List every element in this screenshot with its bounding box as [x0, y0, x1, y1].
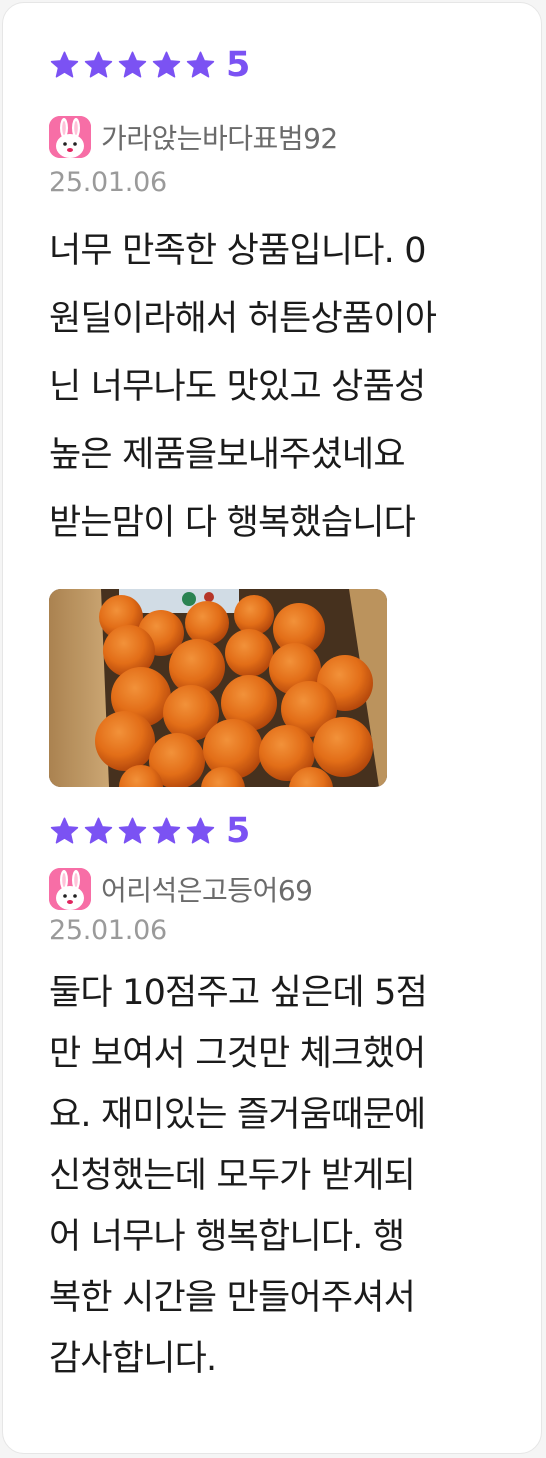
star-icon — [152, 51, 181, 78]
author-name: 어리석은고등어69 — [101, 874, 313, 907]
review-photo[interactable] — [49, 589, 387, 787]
review-text-line: 높은 제품을보내주셨네요 — [49, 435, 406, 475]
author-name: 가라앉는바다표범92 — [101, 122, 338, 155]
star-icon — [118, 817, 147, 844]
star-icon — [118, 51, 147, 78]
star-icon — [152, 817, 181, 844]
star-rating — [49, 816, 216, 847]
review-item: 5 어리석은고등어69 25.01.06 둘다 10점주고 싶은데 5점 만 보… — [49, 811, 499, 1390]
star-rating — [49, 50, 216, 81]
star-icon — [186, 51, 215, 78]
author-row: 가라앉는바다표범92 — [49, 116, 499, 158]
star-icon — [186, 817, 215, 844]
star-icon — [50, 51, 79, 78]
star-icon — [84, 51, 113, 78]
star-icon — [50, 817, 79, 844]
rating-value: 5 — [226, 811, 251, 851]
rabbit-avatar-icon — [49, 116, 91, 158]
review-date: 25.01.06 — [49, 167, 167, 198]
review-text-line: 받는맘이 다 행복했습니다 — [49, 503, 416, 543]
review-item: 5 가라앉는바다표범92 25.01.06 너무 만족한 상품입니다. 0 원딜… — [49, 45, 499, 787]
review-text-line: 둘다 10점주고 싶은데 5점 — [49, 973, 428, 1013]
rabbit-avatar-icon — [49, 868, 91, 910]
rating-value: 5 — [226, 45, 251, 85]
avatar — [49, 868, 91, 910]
review-text-line: 닌 너무나도 맛있고 상품성 — [49, 367, 426, 407]
review-card: 5 가라앉는바다표범92 25.01.06 너무 만족한 상품입니다. 0 원딜… — [2, 2, 542, 1454]
avatar — [49, 116, 91, 158]
rating-row: 5 — [49, 811, 499, 851]
review-text-line: 원딜이라해서 허튼상품이아 — [49, 299, 437, 339]
author-row: 어리석은고등어69 — [49, 868, 499, 910]
review-date: 25.01.06 — [49, 915, 167, 946]
review-text-line: 복한 시간을 만들어주셔서 — [49, 1278, 416, 1318]
star-icon — [84, 817, 113, 844]
rating-row: 5 — [49, 45, 499, 85]
review-text-line: 신청했는데 모두가 받게되 — [49, 1156, 416, 1196]
review-text: 둘다 10점주고 싶은데 5점 만 보여서 그것만 체크했어 요. 재미있는 즐… — [49, 963, 499, 1390]
review-text-line: 만 보여서 그것만 체크했어 — [49, 1034, 426, 1074]
review-text: 너무 만족한 상품입니다. 0 원딜이라해서 허튼상품이아 닌 너무나도 맛있고… — [49, 217, 499, 557]
review-text-line: 너무 만족한 상품입니다. 0 — [49, 231, 427, 271]
review-text-line: 어 너무나 행복합니다. 행 — [49, 1217, 405, 1257]
review-text-line: 요. 재미있는 즐거움때문에 — [49, 1095, 426, 1135]
review-text-line: 감사합니다. — [49, 1339, 217, 1379]
